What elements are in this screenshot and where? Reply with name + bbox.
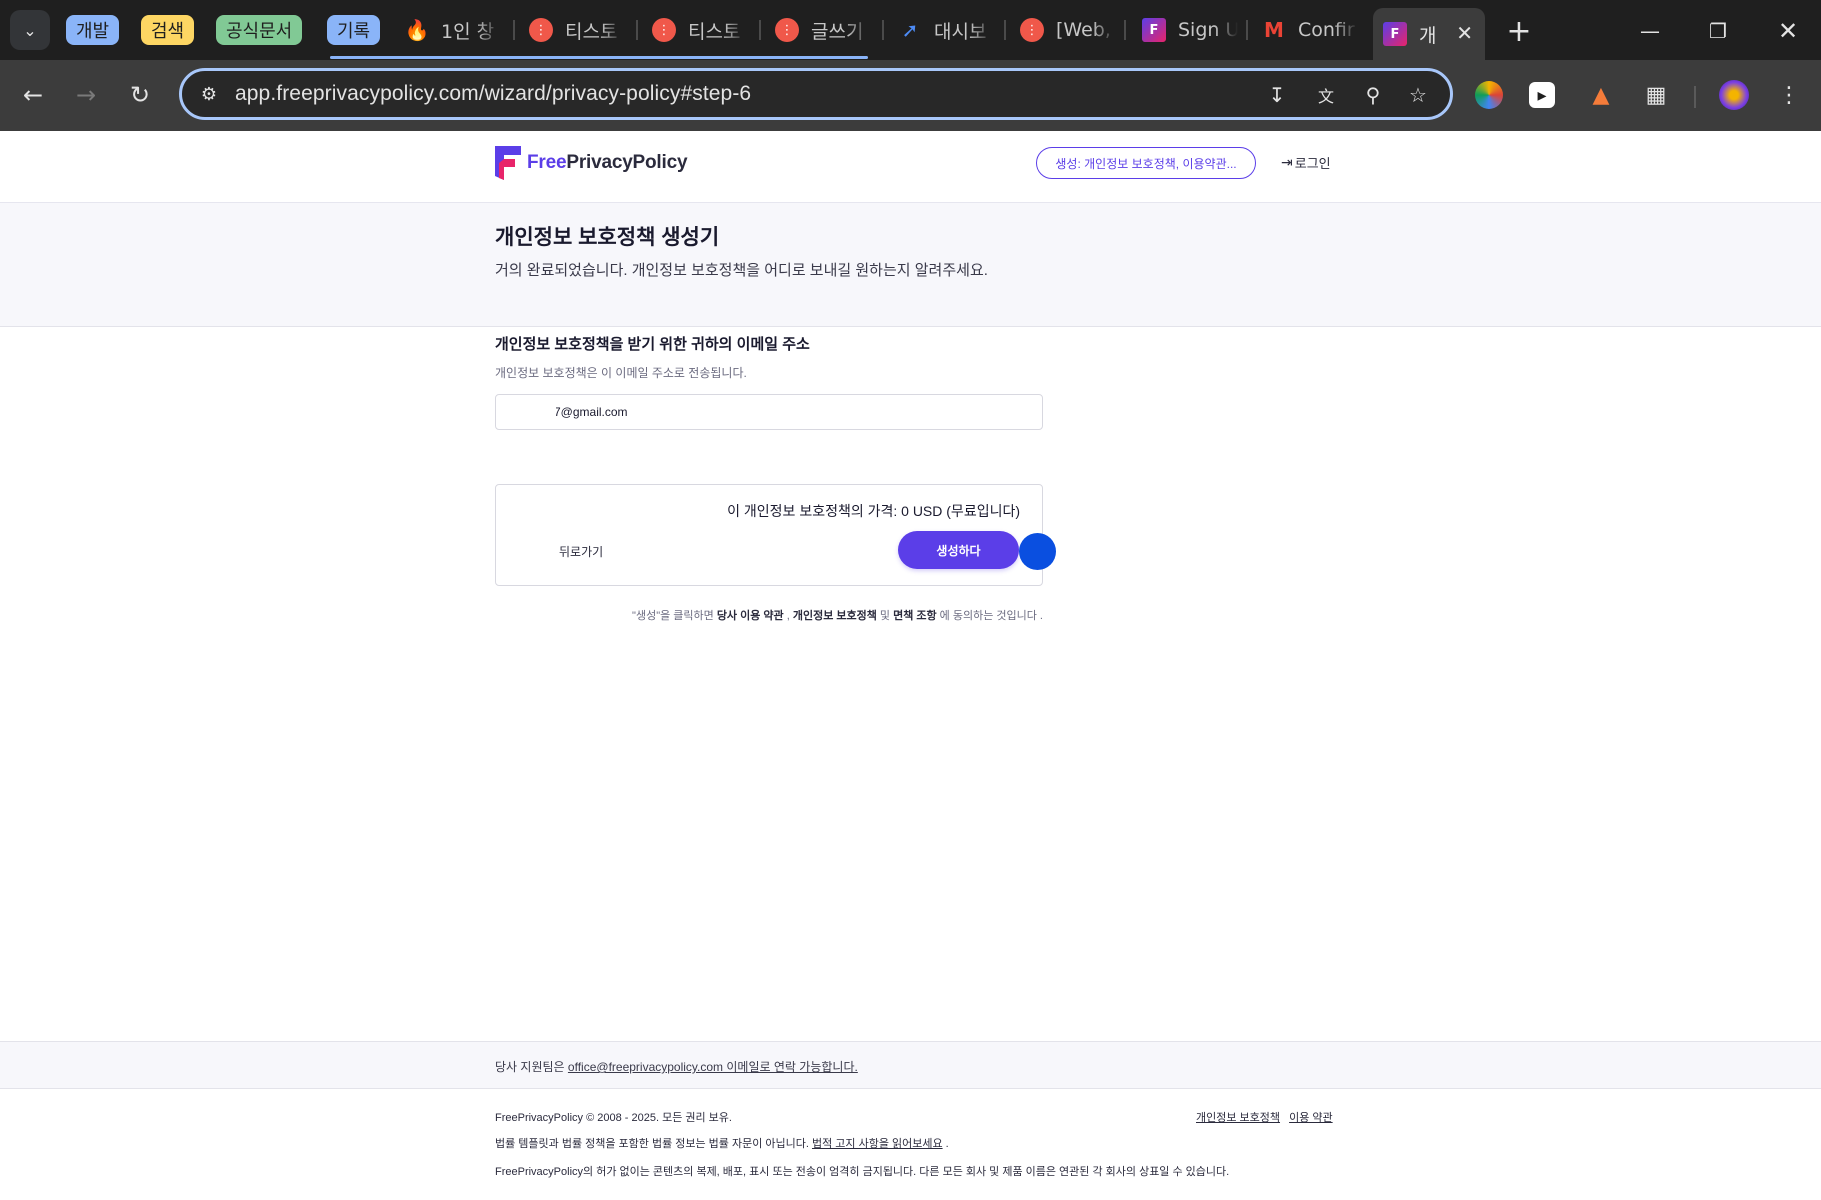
browser-tab[interactable]: ⋮ 글쓰기	[765, 12, 881, 48]
tab-separator	[1004, 20, 1006, 40]
translate-icon[interactable]: 文	[1312, 81, 1340, 109]
support-text: 당사 지원팀은 office@freeprivacypolicy.com 이메일…	[495, 1060, 858, 1074]
browser-tab[interactable]: 🔥 1인 창	[395, 12, 511, 48]
tab-group-underline	[330, 56, 868, 59]
terms-of-use-link[interactable]: 당사 이용 약관	[717, 610, 784, 622]
dashboard-icon: ➚	[901, 18, 919, 42]
email-input[interactable]	[495, 394, 1043, 430]
legal-disclaimer-link[interactable]: 법적 고지 사항을 읽어보세요	[812, 1138, 943, 1150]
gmail-icon: M	[1264, 18, 1284, 42]
forward-arrow-icon[interactable]: →	[68, 77, 104, 113]
support-email-link[interactable]: office@freeprivacypolicy.com 이메일로 연락 가능합…	[568, 1060, 858, 1074]
site-header: FreePrivacyPolicy 생성: 개인정보 보호정책, 이용약관...…	[0, 131, 1821, 203]
footer-legal-notice: 법률 템플릿과 법률 정책을 포함한 법률 정보는 법률 자문이 아닙니다. 법…	[495, 1138, 949, 1150]
tistory-icon: ⋮	[652, 18, 676, 42]
profile-avatar[interactable]	[1719, 80, 1749, 110]
zoom-icon[interactable]: ⚲	[1359, 81, 1387, 109]
email-field-label: 개인정보 보호정책을 받기 위한 귀하의 이메일 주소	[495, 336, 810, 353]
tab-group-docs[interactable]: 공식문서	[216, 15, 303, 45]
browser-tab[interactable]: F Sign U	[1132, 12, 1248, 48]
tab-group-search[interactable]: 검색	[141, 15, 195, 45]
restore-window-icon[interactable]: ❐	[1698, 14, 1738, 48]
wizard-hero: 개인정보 보호정책 생성기 거의 완료되었습니다. 개인정보 보호정책을 어디로…	[0, 203, 1821, 327]
price-text: 이 개인정보 보호정책의 가격: 0 USD (무료입니다)	[727, 503, 1020, 519]
browser-tab[interactable]: ➚ 대시보	[888, 12, 1004, 48]
web-page: FreePrivacyPolicy 생성: 개인정보 보호정책, 이용약관...…	[0, 131, 1821, 1200]
tistory-icon: ⋮	[775, 18, 799, 42]
footer-copyright: FreePrivacyPolicy © 2008 - 2025. 모든 권리 보…	[495, 1112, 732, 1124]
browser-toolbar: ← → ↻ ⚙ app.freeprivacypolicy.com/wizard…	[0, 60, 1821, 131]
dev-extension-icon[interactable]: ▸	[1529, 82, 1555, 108]
terms-agreement-text: "생성"을 클릭하면 당사 이용 약관 , 개인정보 보호정책 및 면책 조항 …	[632, 610, 1043, 622]
tab-separator	[1124, 20, 1126, 40]
tab-group-records[interactable]: 기록	[327, 15, 381, 45]
generate-policies-button[interactable]: 생성: 개인정보 보호정책, 이용약관...	[1036, 147, 1256, 179]
tab-separator	[636, 20, 638, 40]
tab-search-chevron-down-icon[interactable]: ⌄	[10, 10, 50, 50]
tab-separator	[882, 20, 884, 40]
back-button[interactable]: 뒤로가기	[559, 543, 603, 560]
address-bar[interactable]: ⚙ app.freeprivacypolicy.com/wizard/priva…	[179, 68, 1453, 120]
tistory-icon: ⋮	[529, 18, 553, 42]
email-field-help: 개인정보 보호정책은 이 이메일 주소로 전송됩니다.	[495, 366, 747, 380]
install-app-icon[interactable]: ↧	[1263, 81, 1291, 109]
tab-separator	[1246, 20, 1248, 40]
browser-tab-bar: ⌄ 개발 검색 공식문서 기록 🔥 1인 창 ⋮ 티스토 ⋮ 티스토 ⋮ 글쓰기…	[0, 0, 1821, 60]
footer-privacy-link[interactable]: 개인정보 보호정책	[1196, 1112, 1280, 1124]
bookmark-star-icon[interactable]: ☆	[1404, 81, 1432, 109]
generate-button[interactable]: 생성하다	[898, 531, 1019, 569]
new-tab-plus-icon[interactable]: +	[1502, 14, 1536, 49]
site-settings-tune-icon[interactable]: ⚙	[196, 81, 222, 107]
minimize-window-icon[interactable]: —	[1630, 14, 1670, 48]
tab-group-dev[interactable]: 개발	[66, 15, 120, 45]
close-window-icon[interactable]: ✕	[1768, 14, 1808, 48]
reload-icon[interactable]: ↻	[122, 77, 158, 113]
freeprivacypolicy-icon: F	[1383, 22, 1407, 46]
tab-separator	[759, 20, 761, 40]
tistory-icon: ⋮	[1020, 18, 1044, 42]
disclaimer-link[interactable]: 면책 조항	[893, 610, 937, 622]
browser-tab[interactable]: ⋮ 티스토	[519, 12, 635, 48]
close-tab-icon[interactable]: ✕	[1456, 21, 1473, 45]
login-link[interactable]: ⇥ 로그인	[1281, 153, 1331, 172]
fire-icon: 🔥	[404, 18, 430, 42]
footer-terms-link[interactable]: 이용 약관	[1289, 1112, 1333, 1124]
browser-tab[interactable]: ⋮ [Web,	[1010, 12, 1126, 48]
toolbar-separator	[1694, 86, 1696, 108]
page-title: 개인정보 보호정책 생성기	[495, 226, 720, 249]
lighthouse-extension-icon[interactable]: ▲	[1584, 78, 1618, 112]
logo-text: FreePrivacyPolicy	[527, 152, 688, 173]
footer-links: 개인정보 보호정책 이용 약관	[1190, 1109, 1333, 1125]
cursor-indicator	[1019, 533, 1056, 570]
login-arrow-icon: ⇥	[1281, 154, 1293, 170]
address-url[interactable]: app.freeprivacypolicy.com/wizard/privacy…	[235, 82, 751, 106]
extensions-puzzle-icon[interactable]: ▦	[1639, 78, 1673, 112]
redacted-area	[502, 395, 556, 429]
site-logo[interactable]: FreePrivacyPolicy	[495, 145, 688, 181]
tab-separator	[513, 20, 515, 40]
browser-menu-icon[interactable]: ⋮	[1771, 77, 1807, 113]
browser-tab[interactable]: M Confir	[1252, 12, 1368, 48]
color-picker-extension-icon[interactable]	[1475, 81, 1503, 109]
freeprivacypolicy-icon: F	[1142, 18, 1166, 42]
back-arrow-icon[interactable]: ←	[15, 77, 51, 113]
browser-tab[interactable]: ⋮ 티스토	[642, 12, 758, 48]
page-subtitle: 거의 완료되었습니다. 개인정보 보호정책을 어디로 보내길 원하는지 알려주세…	[495, 262, 988, 279]
freeprivacypolicy-logo-icon	[495, 146, 521, 180]
footer-rights-notice: FreePrivacyPolicy의 허가 없이는 콘텐츠의 복제, 배포, 표…	[495, 1166, 1230, 1178]
browser-tab-active[interactable]: F 개 ✕	[1373, 8, 1485, 60]
support-bar: 당사 지원팀은 office@freeprivacypolicy.com 이메일…	[0, 1041, 1821, 1089]
privacy-policy-link[interactable]: 개인정보 보호정책	[793, 610, 877, 622]
price-panel: 이 개인정보 보호정책의 가격: 0 USD (무료입니다) 뒤로가기 생성하다	[495, 484, 1043, 586]
